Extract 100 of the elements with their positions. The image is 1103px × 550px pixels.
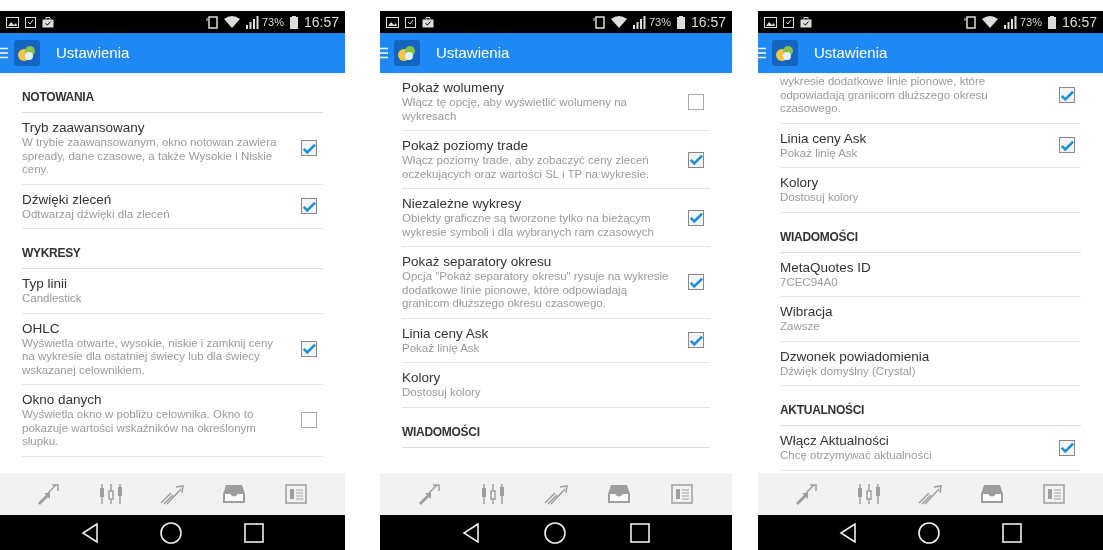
setting-row[interactable]: Niezależne wykresy Obiekty graficzne są tworzone tylko na bieżącym wykresie symboli i dla wybranych ram czasowych xyxy=(402,189,710,247)
home-icon[interactable] xyxy=(160,521,183,544)
setting-row[interactable]: Pokaż wolumeny Włącz tę opcję, aby wyświetlić wolumeny na wykresach xyxy=(402,73,710,131)
setting-row[interactable]: OHLC Wyświetla otwarte, wysokie, niskie i zamknij ceny na wykresie dla ostatniej świecy lub dla świecy wskazanej celownikiem. xyxy=(22,313,323,385)
checkbox[interactable] xyxy=(688,209,704,226)
section-header: AKTUALNOŚCI xyxy=(780,386,1081,426)
battery-icon xyxy=(289,15,298,29)
setting-row[interactable]: MetaQuotes ID 7CEC94A0 xyxy=(780,252,1081,297)
setting-summary: Włącz poziomy trade, aby zobaczyć ceny zleceń oczekujących oraz wartości SL i TP na wykresie. xyxy=(402,154,651,181)
setting-title: Pokaż poziomy trade xyxy=(402,138,530,154)
battery-icon xyxy=(1047,15,1056,29)
home-icon[interactable] xyxy=(544,521,566,544)
candlestick-icon[interactable] xyxy=(97,483,124,505)
setting-row[interactable]: Kolory Dostosuj kolory xyxy=(780,168,1081,213)
section-header: WIADOMOŚCI xyxy=(780,212,1081,253)
setting-title: OHLC xyxy=(22,320,61,337)
setting-title: MetaQuotes ID xyxy=(780,259,872,276)
screen-title: Ustawienia xyxy=(56,42,130,63)
checkbox[interactable] xyxy=(301,140,317,157)
checkbox[interactable] xyxy=(1059,137,1075,154)
setting-row[interactable]: Tryb zaawansowany W trybie zaawansowanym, okno notowan zawiera spready, dane czasowe, a także Wysokie i Niskie ceny. xyxy=(22,113,323,185)
inbox-icon[interactable] xyxy=(221,483,248,505)
wifi-icon xyxy=(981,16,998,28)
clipboard-icon xyxy=(25,16,36,28)
checkbox[interactable] xyxy=(688,93,704,110)
clock-time: 16:57 xyxy=(690,12,726,32)
setting-summary: Dostosuj kolory xyxy=(402,386,482,400)
recent-apps-icon[interactable] xyxy=(244,522,265,543)
setting-summary: Chcę otrzymywać aktualności xyxy=(780,449,933,463)
setting-title: Dzwonek powiadomienia xyxy=(780,348,931,365)
setting-row[interactable]: Linia ceny Ask Pokaż linię Ask xyxy=(402,318,710,363)
briefcase-icon xyxy=(800,16,812,28)
newspaper-icon[interactable] xyxy=(1041,483,1068,505)
setting-row[interactable]: Dźwięki zleceń Odtwarzaj dźwięki dla zleceń xyxy=(22,184,323,229)
screen-title: Ustawienia xyxy=(814,42,888,63)
setting-summary: Candlestick xyxy=(22,292,83,306)
home-icon[interactable] xyxy=(918,521,941,544)
newspaper-icon[interactable] xyxy=(283,483,310,505)
setting-title: Okno danych xyxy=(22,392,103,408)
clock-time: 16:57 xyxy=(1061,12,1097,32)
setting-summary: W trybie zaawansowanym, okno notowan zawiera spready, dane czasowe, a także Wysokie i Niskie ceny. xyxy=(22,136,278,177)
checkbox[interactable] xyxy=(301,412,317,429)
setting-title: Linia ceny Ask xyxy=(402,325,490,342)
wifi-icon xyxy=(610,16,627,28)
setting-summary: Dźwięk domyślny (Crystal) xyxy=(780,364,917,378)
trend-chart-icon[interactable] xyxy=(917,483,944,505)
checkbox[interactable] xyxy=(688,332,704,349)
checkbox[interactable] xyxy=(688,151,704,168)
menu-icon[interactable] xyxy=(758,47,766,59)
menu-icon[interactable] xyxy=(0,47,8,59)
setting-row[interactable]: Typ linii Candlestick xyxy=(22,269,323,314)
setting-summary: Pokaż linię Ask xyxy=(402,341,481,355)
back-icon[interactable] xyxy=(462,522,480,543)
app-logo-icon[interactable] xyxy=(14,40,40,66)
setting-row[interactable]: Wibracja Zawsze xyxy=(780,297,1081,342)
app-logo-icon[interactable] xyxy=(394,40,420,66)
trend-chart-icon[interactable] xyxy=(159,483,186,505)
candlestick-icon[interactable] xyxy=(479,483,506,505)
inbox-icon[interactable] xyxy=(979,483,1006,505)
inbox-icon[interactable] xyxy=(606,483,633,505)
setting-title: Tryb zaawansowany xyxy=(22,120,146,136)
battery-percent: 73% xyxy=(1019,14,1042,30)
checkbox[interactable] xyxy=(1059,439,1075,456)
setting-row[interactable]: Okno danych Wyświetla okno w pobliżu celownika. Okno to pokazuje wartości wskaźników na określonym słupku. xyxy=(22,385,323,457)
setting-row[interactable]: Włącz Aktualności Chcę otrzymywać aktualności xyxy=(780,426,1081,471)
checkbox[interactable] xyxy=(301,198,317,215)
setting-summary: Pokaż linię Ask xyxy=(780,146,859,160)
setting-row[interactable]: Dzwonek powiadomienia Dźwięk domyślny (Crystal) xyxy=(780,341,1081,386)
setting-row[interactable]: Kolory Dostosuj kolory xyxy=(402,363,710,408)
setting-summary: Włącz tę opcję, aby wyświetlić wolumeny na wykresach xyxy=(402,96,628,123)
candlestick-icon[interactable] xyxy=(855,483,882,505)
setting-row[interactable]: Pokaż poziomy trade Włącz poziomy trade, aby zobaczyć ceny zleceń oczekujących oraz wartości SL i TP na wykresie. xyxy=(402,131,710,189)
setting-title: Wibracja xyxy=(780,304,834,320)
signal-icon xyxy=(245,15,260,29)
setting-title: Kolory xyxy=(780,175,820,191)
checkbox[interactable] xyxy=(688,274,704,291)
trend-chart-icon[interactable] xyxy=(542,483,569,505)
picture-icon xyxy=(6,16,19,28)
recent-apps-icon[interactable] xyxy=(1002,522,1023,543)
checkbox[interactable] xyxy=(301,340,317,357)
setting-row[interactable]: Linia ceny Ask Pokaż linię Ask xyxy=(780,123,1081,168)
setting-title: Typ linii xyxy=(22,276,68,292)
back-icon[interactable] xyxy=(80,522,99,543)
setting-row[interactable]: Pokaż separatory okresu Opcja "Pokaż separatory okresu" rysuje na wykresie dodatkowe linie pionowe, które odpowiadają granicom dłuższego okresu czasowego. xyxy=(402,247,710,319)
setting-summary: Opcja "Pokaż separatory okresu" rysuje na wykresie dodatkowe linie pionowe, które odpowiadają granicom dłuższego okresu czasowego. xyxy=(402,270,670,311)
signal-icon xyxy=(1003,15,1018,29)
checkbox[interactable] xyxy=(1059,87,1075,104)
recent-apps-icon[interactable] xyxy=(630,522,650,543)
newspaper-icon[interactable] xyxy=(669,483,696,505)
vibrate-icon xyxy=(963,15,976,29)
setting-title: Pokaż wolumeny xyxy=(402,80,506,96)
battery-percent: 73% xyxy=(261,14,284,30)
menu-icon[interactable] xyxy=(380,47,388,59)
back-icon[interactable] xyxy=(838,522,857,543)
section-header: WYKRESY xyxy=(22,229,323,269)
picture-icon xyxy=(386,16,399,28)
setting-summary: Wyświetla okno w pobliżu celownika. Okno to pokazuje wartości wskaźników na określonym słupku. xyxy=(22,408,257,449)
wifi-icon xyxy=(223,16,240,28)
app-logo-icon[interactable] xyxy=(772,40,798,66)
battery-percent: 73% xyxy=(648,14,671,30)
